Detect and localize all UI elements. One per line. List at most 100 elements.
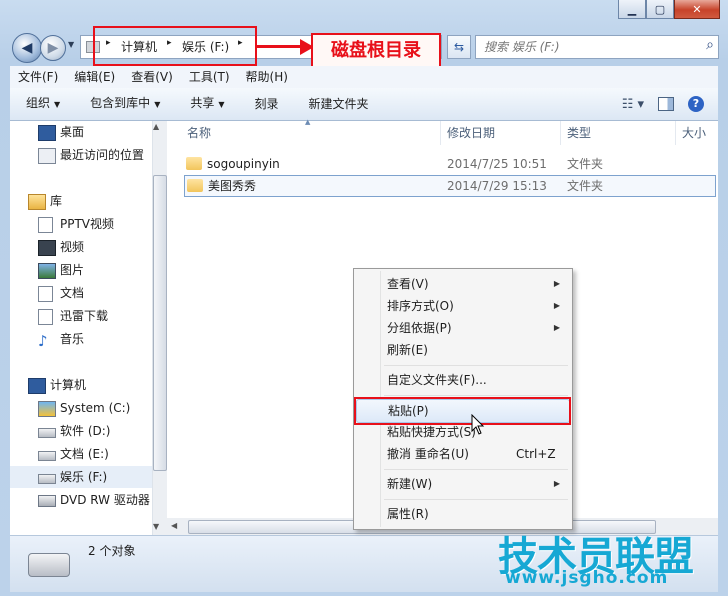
view-controls: ☷ ▾ ? <box>622 88 704 120</box>
column-header-name[interactable]: 名称 <box>187 121 211 145</box>
ctx-sort-by[interactable]: 排序方式(O) ▶ <box>356 295 568 317</box>
menu-separator <box>384 469 568 470</box>
file-type: 文件夹 <box>567 157 604 171</box>
search-icon[interactable]: ⌕ <box>706 37 714 53</box>
include-in-library-button[interactable]: 包含到库中 ▼ <box>74 87 174 121</box>
ctx-customize-folder[interactable]: 自定义文件夹(F)... <box>356 369 568 391</box>
nav-item-library[interactable]: 库 <box>10 190 152 212</box>
view-options-icon[interactable]: ☷ ▾ <box>622 97 644 112</box>
menu-separator <box>384 499 568 500</box>
nav-label: 桌面 <box>60 125 85 139</box>
music-note-icon: ♪ <box>38 332 48 350</box>
folder-icon <box>187 179 203 192</box>
chevron-down-icon: ▼ <box>154 100 161 109</box>
nav-pane-scroll-thumb[interactable] <box>153 175 167 471</box>
computer-icon <box>28 378 46 394</box>
nav-item-desktop[interactable]: 桌面 <box>10 121 152 143</box>
submenu-arrow-icon: ▶ <box>553 279 560 288</box>
file-date: 2014/7/29 15:13 <box>447 179 547 193</box>
ctx-group-by[interactable]: 分组依据(P) ▶ <box>356 317 568 339</box>
new-folder-button[interactable]: 新建文件夹 <box>293 88 383 120</box>
forward-button[interactable]: ▶ <box>40 35 66 61</box>
column-header-date[interactable]: 修改日期 <box>447 121 495 145</box>
chevron-down-icon: ▼ <box>54 100 61 109</box>
nav-item-music[interactable]: ♪ 音乐 <box>10 328 152 350</box>
nav-item-drive-e[interactable]: 文档 (E:) <box>10 443 152 465</box>
document-icon <box>38 286 53 302</box>
menu-label: 刷新(E) <box>387 343 428 357</box>
nav-item-drive-f[interactable]: 娱乐 (F:) <box>10 466 152 488</box>
submenu-arrow-icon: ▶ <box>553 301 560 310</box>
close-button[interactable]: ✕ <box>674 0 720 19</box>
menu-view[interactable]: 查看(V) <box>123 66 181 88</box>
search-input[interactable] <box>476 36 686 58</box>
hard-drive-icon <box>38 474 56 484</box>
nav-label: 最近访问的位置 <box>60 148 145 162</box>
menu-label: 查看(V) <box>387 277 429 291</box>
help-icon[interactable]: ? <box>688 96 704 112</box>
column-header-size[interactable]: 大小 <box>682 121 706 145</box>
menu-bar: 文件(F) 编辑(E) 查看(V) 工具(T) 帮助(H) <box>10 66 718 89</box>
nav-item-pptv[interactable]: PPTV视频 <box>10 213 152 235</box>
column-divider[interactable] <box>675 121 676 145</box>
arrow-left-icon: ◀ <box>21 40 33 56</box>
nav-label: PPTV视频 <box>60 217 115 231</box>
nav-item-drive-d[interactable]: 软件 (D:) <box>10 420 152 442</box>
picture-icon <box>38 263 56 279</box>
submenu-arrow-icon: ▶ <box>553 479 560 488</box>
ctx-view[interactable]: 查看(V) ▶ <box>356 273 568 295</box>
menu-label: 分组依据(P) <box>387 321 452 335</box>
maximize-button[interactable]: ▢ <box>646 0 674 19</box>
ctx-new[interactable]: 新建(W) ▶ <box>356 473 568 495</box>
nav-label: 迅雷下载 <box>60 309 109 323</box>
nav-label: 计算机 <box>50 378 87 392</box>
library-icon <box>28 194 46 210</box>
nav-item-pictures[interactable]: 图片 <box>10 259 152 281</box>
file-row[interactable]: 美图秀秀 2014/7/29 15:13 文件夹 <box>184 175 716 197</box>
column-divider[interactable] <box>440 121 441 145</box>
menu-file[interactable]: 文件(F) <box>10 66 66 88</box>
nav-item-drive-c[interactable]: System (C:) <box>10 397 152 419</box>
share-label: 共享 <box>190 96 215 110</box>
preview-pane-icon[interactable] <box>658 97 674 111</box>
organize-button[interactable]: 组织 ▼ <box>10 87 74 121</box>
column-header-type[interactable]: 类型 <box>567 121 591 145</box>
burn-button[interactable]: 刻录 <box>239 88 293 120</box>
system-drive-icon <box>38 401 56 417</box>
share-button[interactable]: 共享 ▼ <box>174 87 238 121</box>
nav-item-documents[interactable]: 文档 <box>10 282 152 304</box>
file-row[interactable]: sogoupinyin 2014/7/25 10:51 文件夹 <box>184 154 714 174</box>
hard-drive-icon <box>38 428 56 438</box>
nav-item-recent[interactable]: 最近访问的位置 <box>10 144 152 166</box>
nav-label: 文档 (E:) <box>60 447 109 461</box>
nav-label: 软件 (D:) <box>60 424 111 438</box>
command-bar: 组织 ▼ 包含到库中 ▼ 共享 ▼ 刻录 新建文件夹 ☷ ▾ ? <box>10 88 718 121</box>
scroll-down-icon[interactable]: ▼ <box>153 522 159 531</box>
recent-pages-dropdown-icon[interactable]: ▼ <box>68 40 74 49</box>
refresh-button[interactable]: ⇆ <box>447 35 471 59</box>
navigation-pane: 桌面 最近访问的位置 库 PPTV视频 视频 图片 文档 迅雷下载 ♪ 音乐 计… <box>10 121 152 535</box>
minimize-button[interactable]: ▁ <box>618 0 646 19</box>
menu-help[interactable]: 帮助(H) <box>238 66 296 88</box>
nav-label: 视频 <box>60 240 85 254</box>
nav-item-videos[interactable]: 视频 <box>10 236 152 258</box>
ctx-properties[interactable]: 属性(R) <box>356 503 568 525</box>
nav-item-xunlei[interactable]: 迅雷下载 <box>10 305 152 327</box>
menu-edit[interactable]: 编辑(E) <box>66 66 123 88</box>
scroll-left-icon[interactable]: ◀ <box>171 521 177 530</box>
search-box[interactable]: ⌕ <box>475 35 719 59</box>
ctx-undo-rename[interactable]: 撤消 重命名(U) Ctrl+Z <box>356 443 568 465</box>
menu-label: 属性(R) <box>387 507 429 521</box>
ctx-refresh[interactable]: 刷新(E) <box>356 339 568 361</box>
column-divider[interactable] <box>560 121 561 145</box>
nav-item-dvd[interactable]: DVD RW 驱动器 <box>10 489 152 511</box>
nav-label: System (C:) <box>60 401 131 415</box>
menu-tools[interactable]: 工具(T) <box>181 66 238 88</box>
submenu-arrow-icon: ▶ <box>553 323 560 332</box>
scroll-up-icon[interactable]: ▲ <box>153 122 159 131</box>
nav-item-computer[interactable]: 计算机 <box>10 374 152 396</box>
file-type: 文件夹 <box>567 179 604 193</box>
menu-separator <box>384 365 568 366</box>
organize-label: 组织 <box>26 96 51 110</box>
back-button[interactable]: ◀ <box>12 33 42 63</box>
